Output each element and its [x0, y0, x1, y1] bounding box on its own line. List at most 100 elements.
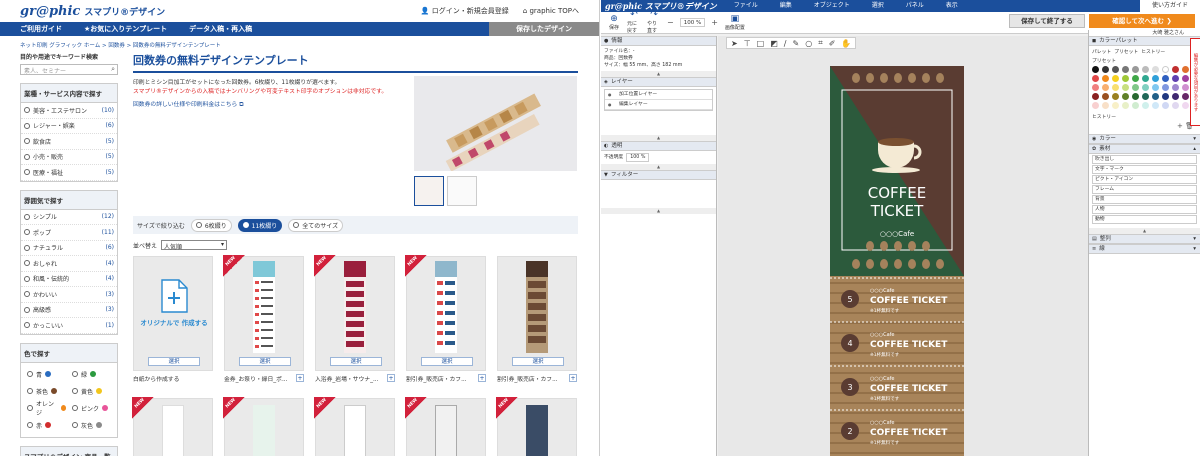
- color-swatch[interactable]: [1132, 93, 1139, 100]
- radio-icon[interactable]: [72, 422, 78, 428]
- material-item[interactable]: フレーム: [1092, 185, 1197, 194]
- radio-icon[interactable]: [24, 138, 30, 145]
- mood-item[interactable]: かっこいい (1): [21, 318, 117, 334]
- favorite-add-icon[interactable]: +: [569, 374, 577, 382]
- breadcrumb[interactable]: ネット印刷 グラフィック ホーム > 回数券 > 回数券の無料デザインテンプレー…: [0, 36, 599, 50]
- color-swatch[interactable]: [1092, 84, 1099, 91]
- select-button[interactable]: 選択: [239, 357, 291, 366]
- mood-item[interactable]: ポップ (11): [21, 225, 117, 241]
- keyword-search-input[interactable]: 素人、セミナー ⌕: [20, 64, 118, 75]
- industry-item[interactable]: 小売・販売 (5): [21, 150, 117, 165]
- size-filter-11[interactable]: 11枚綴り: [237, 218, 283, 232]
- color-swatch[interactable]: [1112, 102, 1119, 109]
- material-item[interactable]: 人物: [1092, 205, 1197, 214]
- color-swatch[interactable]: [1112, 84, 1119, 91]
- radio-icon[interactable]: [24, 260, 30, 267]
- menu-panel[interactable]: パネル: [895, 0, 935, 12]
- rectangle-tool-icon[interactable]: □: [757, 39, 765, 48]
- card-caption[interactable]: 割引券_販売店・カフ...: [406, 374, 478, 383]
- history-tab[interactable]: ヒストリー: [1141, 48, 1165, 55]
- color-item[interactable]: オレンジ: [24, 400, 69, 417]
- top-link-label[interactable]: graphic TOPへ: [529, 7, 579, 15]
- redo-tool[interactable]: ↷ やり直す: [647, 11, 661, 35]
- material-item[interactable]: 動物: [1092, 215, 1197, 224]
- card-caption[interactable]: 割引券_販売店・カフ...: [497, 374, 569, 383]
- mood-item[interactable]: 和風・伝統的 (4): [21, 272, 117, 287]
- color-swatch[interactable]: [1182, 75, 1189, 82]
- color-swatch[interactable]: [1162, 66, 1169, 73]
- login-link[interactable]: 👤 ログイン・新規会員登録: [421, 6, 509, 16]
- color-swatch[interactable]: [1162, 93, 1169, 100]
- color-swatch[interactable]: [1142, 93, 1149, 100]
- color-swatch[interactable]: [1142, 66, 1149, 73]
- color-item[interactable]: 灰色: [69, 417, 114, 434]
- shape-tool-icon[interactable]: ◩: [770, 39, 778, 48]
- canvas-area[interactable]: ➤ ⊤ □ ◩ ∕ ✎ ○ ⌗ ✐ ✋ COFFEE TICKET ○○○Caf…: [718, 36, 1088, 456]
- text-tool-icon[interactable]: ⊤: [744, 39, 751, 48]
- template-card[interactable]: NEW 選択: [405, 255, 486, 371]
- menu-edit[interactable]: 編集: [769, 0, 803, 12]
- hand-tool-icon[interactable]: ✋: [841, 39, 851, 48]
- color-swatch[interactable]: [1182, 66, 1189, 73]
- select-button[interactable]: 選択: [512, 357, 564, 366]
- preset-tab[interactable]: プリセット: [1114, 48, 1138, 55]
- nav-upload[interactable]: データ入稿・再入稿: [189, 24, 252, 34]
- color-swatch[interactable]: [1102, 84, 1109, 91]
- select-arrow-icon[interactable]: ➤: [731, 39, 738, 48]
- radio-icon[interactable]: [24, 229, 30, 236]
- radio-icon[interactable]: [72, 371, 78, 377]
- color-swatch[interactable]: [1162, 75, 1169, 82]
- radio-icon[interactable]: [195, 222, 202, 228]
- color-swatch[interactable]: [1142, 84, 1149, 91]
- select-button[interactable]: 選択: [421, 357, 473, 366]
- color-swatch[interactable]: [1152, 102, 1159, 109]
- place-image-tool[interactable]: ▣ 画像配置: [724, 14, 746, 31]
- radio-icon[interactable]: [24, 169, 30, 176]
- thumbnail[interactable]: [447, 176, 477, 206]
- color-swatch[interactable]: [1122, 102, 1129, 109]
- color-swatch[interactable]: [1142, 102, 1149, 109]
- color-item[interactable]: 茶色: [24, 383, 69, 400]
- collapse-handle[interactable]: ▲: [601, 208, 716, 214]
- radio-icon[interactable]: [27, 371, 33, 377]
- color-swatch[interactable]: [1122, 93, 1129, 100]
- color-swatch[interactable]: [1152, 84, 1159, 91]
- color-swatch[interactable]: [1132, 84, 1139, 91]
- layer-item[interactable]: 加工位置レイヤー: [605, 90, 712, 100]
- select-button[interactable]: 選択: [148, 357, 200, 366]
- confirm-next-button[interactable]: 確認して次へ進む ❯: [1089, 14, 1195, 28]
- sort-select[interactable]: 人気順: [161, 240, 228, 251]
- color-swatch[interactable]: [1172, 75, 1179, 82]
- color-swatch[interactable]: [1102, 93, 1109, 100]
- color-swatch[interactable]: [1152, 66, 1159, 73]
- card-caption[interactable]: 金券_お祭り・縁日_ポ...: [224, 374, 296, 383]
- industry-item[interactable]: 美容・エステサロン (10): [21, 103, 117, 119]
- menu-view[interactable]: 表示: [935, 0, 969, 12]
- info-panel-header[interactable]: ● 情報: [601, 36, 716, 46]
- material-item[interactable]: ピクト・アイコン: [1092, 175, 1197, 184]
- industry-item[interactable]: 飲食店 (5): [21, 134, 117, 150]
- top-link[interactable]: ⌂ graphic TOPへ: [523, 6, 579, 16]
- color-swatch[interactable]: [1092, 75, 1099, 82]
- color-swatch[interactable]: [1162, 102, 1169, 109]
- color-swatch[interactable]: [1102, 102, 1109, 109]
- color-swatch[interactable]: [1112, 93, 1119, 100]
- pen-tool-icon[interactable]: ✎: [793, 39, 800, 48]
- radio-icon[interactable]: [72, 388, 78, 394]
- material-item[interactable]: 吹き出し: [1092, 155, 1197, 164]
- color-swatch[interactable]: [1152, 93, 1159, 100]
- layer-panel-header[interactable]: ◈ レイヤー: [601, 77, 716, 87]
- template-card[interactable]: NEW: [314, 397, 395, 456]
- industry-item[interactable]: 医療・福祉 (5): [21, 165, 117, 181]
- filter-panel-header[interactable]: ▼ フィルター: [601, 170, 716, 180]
- palette-tab[interactable]: パレット: [1092, 48, 1111, 55]
- color-swatch[interactable]: [1092, 102, 1099, 109]
- graphic-logo[interactable]: gr@phic: [20, 4, 80, 19]
- color-swatch[interactable]: [1132, 75, 1139, 82]
- template-card[interactable]: NEW: [223, 397, 304, 456]
- color-swatch[interactable]: [1172, 84, 1179, 91]
- ellipse-tool-icon[interactable]: ○: [805, 39, 812, 48]
- template-card[interactable]: NEW 選択: [314, 255, 395, 371]
- radio-icon[interactable]: [27, 405, 33, 411]
- template-card[interactable]: NEW: [405, 397, 486, 456]
